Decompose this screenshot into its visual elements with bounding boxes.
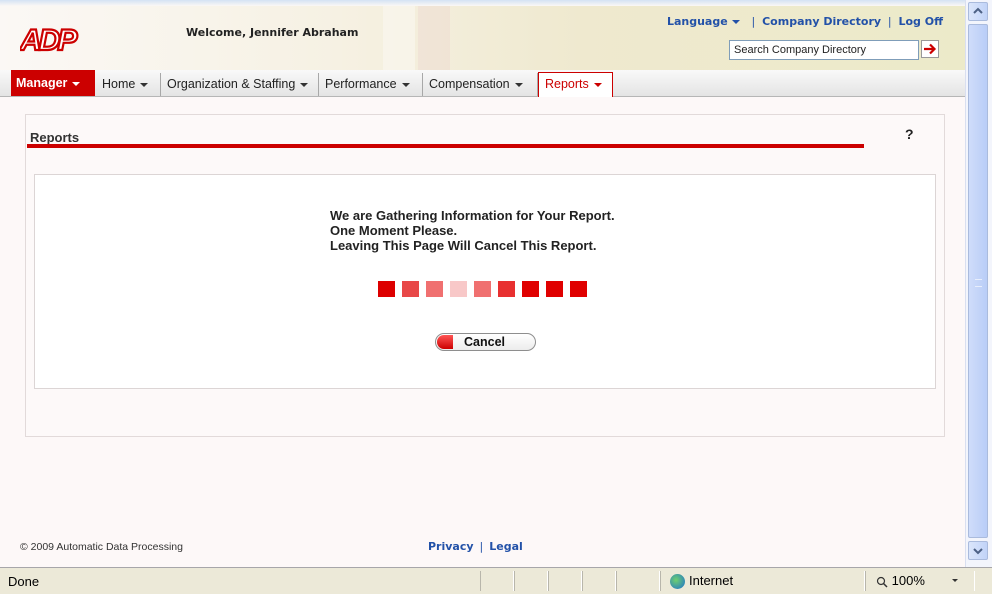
nav-item-label: Manager — [16, 76, 68, 90]
nav-item-label: Home — [102, 77, 136, 91]
zoom-control[interactable]: 100% — [876, 573, 925, 588]
legal-link[interactable]: Legal — [489, 540, 523, 553]
globe-icon — [670, 574, 685, 590]
language-menu[interactable]: Language — [667, 15, 740, 28]
title-underline — [27, 144, 864, 148]
header-top-edge — [0, 0, 965, 6]
header-decor-band — [383, 6, 415, 70]
chevron-down-icon — [593, 82, 602, 87]
chevron-down-icon — [731, 20, 740, 24]
arrow-right-icon — [924, 43, 937, 55]
loading-message: We are Gathering Information for Your Re… — [330, 208, 615, 253]
nav-item-performance[interactable]: Performance — [319, 73, 423, 96]
nav-item-label: Compensation — [429, 77, 510, 91]
nav-item-home[interactable]: Home — [96, 73, 161, 96]
status-cell — [616, 571, 660, 591]
cancel-button[interactable]: Cancel — [435, 333, 536, 351]
chevron-down-icon — [72, 81, 81, 86]
zoom-dropdown-icon[interactable] — [952, 579, 958, 582]
nav-item-organization-staffing[interactable]: Organization & Staffing — [161, 73, 319, 96]
language-label: Language — [666, 15, 728, 28]
message-line: We are Gathering Information for Your Re… — [330, 208, 615, 223]
status-text: Done — [8, 574, 40, 589]
progress-square — [402, 281, 419, 297]
message-line: Leaving This Page Will Cancel This Repor… — [330, 238, 597, 253]
footer-links: Privacy | Legal — [428, 540, 523, 553]
status-cell — [514, 571, 548, 591]
progress-square — [378, 281, 395, 297]
progress-square — [426, 281, 443, 297]
adp-logo[interactable]: ADP — [20, 24, 94, 54]
zoom-level: 100% — [891, 573, 925, 588]
main-nav: Manager Home Organization & Staffing Per… — [0, 70, 965, 97]
copyright: © 2009 Automatic Data Processing — [20, 541, 183, 553]
nav-item-label: Organization & Staffing — [167, 77, 296, 91]
progress-square — [450, 281, 467, 297]
privacy-link[interactable]: Privacy — [428, 540, 474, 553]
link-separator: | — [479, 540, 484, 553]
vertical-scrollbar[interactable] — [965, 0, 992, 567]
help-button[interactable]: ? — [905, 126, 914, 142]
button-pill-icon — [437, 335, 453, 349]
log-off-link[interactable]: Log Off — [898, 15, 943, 28]
browser-page: ADP Welcome, Jennifer Abraham Language |… — [0, 0, 965, 567]
nav-item-manager[interactable]: Manager — [11, 70, 95, 96]
progress-square — [498, 281, 515, 297]
page-title: Reports — [30, 130, 80, 145]
magnifier-icon — [876, 576, 888, 588]
status-bar: Done Internet 100% — [0, 567, 992, 594]
link-separator: | — [751, 15, 756, 28]
nav-item-label: Performance — [325, 77, 397, 91]
search-box — [729, 40, 919, 60]
security-zone: Internet — [670, 573, 734, 590]
chevron-down-icon — [514, 82, 523, 87]
zone-label: Internet — [689, 573, 734, 588]
progress-square — [570, 281, 587, 297]
nav-item-label: Reports — [545, 77, 589, 91]
cancel-button-label: Cancel — [464, 335, 505, 349]
nav-item-reports[interactable]: Reports — [538, 72, 613, 97]
progress-square — [546, 281, 563, 297]
chevron-up-icon — [973, 7, 983, 14]
search-go-button[interactable] — [921, 40, 939, 58]
chevron-down-icon — [401, 82, 410, 87]
logo-text: ADP — [20, 24, 78, 54]
status-cell — [548, 571, 582, 591]
header: ADP Welcome, Jennifer Abraham Language |… — [0, 0, 965, 70]
header-decor-band — [418, 6, 450, 70]
chevron-down-icon — [140, 82, 149, 87]
status-cell — [480, 571, 514, 591]
progress-square — [522, 281, 539, 297]
top-links: Language | Company Directory | Log Off — [667, 15, 943, 28]
scroll-down-button[interactable] — [968, 541, 988, 560]
scroll-up-button[interactable] — [968, 2, 988, 21]
chevron-down-icon — [973, 548, 983, 555]
message-line: One Moment Please. — [330, 223, 458, 238]
nav-item-compensation[interactable]: Compensation — [423, 73, 538, 96]
grip-icon — [975, 279, 982, 287]
company-directory-link[interactable]: Company Directory — [762, 15, 881, 28]
link-separator: | — [887, 15, 892, 28]
chevron-down-icon — [300, 82, 309, 87]
search-input[interactable] — [730, 41, 918, 59]
progress-square — [474, 281, 491, 297]
scroll-thumb[interactable] — [968, 24, 988, 538]
status-cell — [582, 571, 616, 591]
welcome-message: Welcome, Jennifer Abraham — [186, 26, 359, 39]
